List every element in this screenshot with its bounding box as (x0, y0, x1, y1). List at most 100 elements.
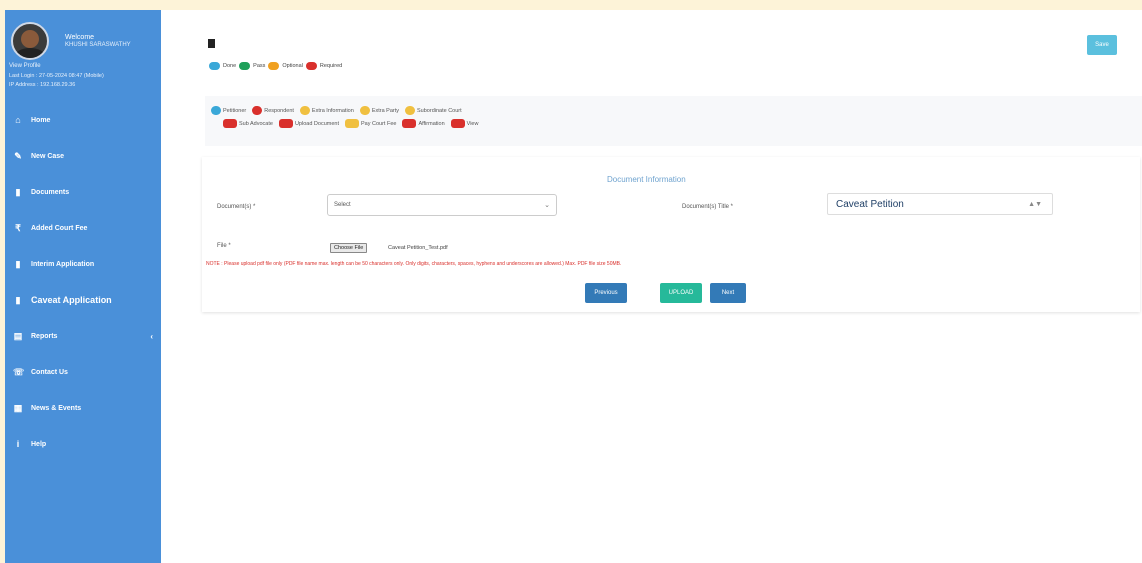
tab-label: Affirmation (418, 120, 445, 127)
sidebar-item-help[interactable]: i Help (5, 426, 161, 462)
sidebar-item-court-fee[interactable]: ₹ Added Court Fee (5, 210, 161, 246)
next-button[interactable]: Next (710, 283, 746, 303)
tab-view[interactable]: View (450, 119, 479, 128)
legend-label: Optional (282, 63, 303, 69)
info-icon: i (16, 439, 20, 449)
sidebar-item-label: Contact Us (31, 368, 68, 376)
sidebar-item-contact-us[interactable]: ☏ Contact Us (5, 354, 161, 390)
status-dot-icon (299, 106, 310, 115)
report-icon: ▤ (13, 330, 23, 341)
tab-affirmation[interactable]: Affirmation (402, 119, 445, 128)
user-name: KHUSHI SARASWATHY (65, 42, 131, 48)
legend-label: Pass (253, 63, 266, 69)
dropdown-arrow-icon[interactable]: ▲▼ (1028, 201, 1042, 208)
status-dot-icon (359, 106, 370, 115)
sidebar-item-label: Added Court Fee (31, 224, 88, 232)
optional-dot-icon (268, 62, 280, 70)
tab-label: View (466, 120, 479, 127)
tab-subordinate-court[interactable]: Subordinate Court (405, 106, 462, 115)
sidebar-item-label: Documents (31, 188, 70, 196)
file-label: File * (217, 243, 231, 249)
sidebar-item-interim-application[interactable]: ▮ Interim Application (5, 246, 161, 282)
tab-petitioner[interactable]: Petitioner (211, 106, 246, 115)
sidebar-item-label: Interim Application (31, 260, 95, 268)
chevron-down-icon: ⌄ (544, 202, 550, 209)
sidebar-item-home[interactable]: ⌂ Home (5, 102, 161, 138)
rupee-icon: ₹ (15, 222, 21, 233)
file-icon: ▮ (15, 186, 21, 197)
sidebar-item-label: Home (31, 116, 51, 124)
file-icon: ▮ (15, 258, 21, 269)
legend-label: Required (319, 63, 343, 69)
tab-label: Sub Advocate (239, 120, 273, 127)
sidebar-item-documents[interactable]: ▮ Documents (5, 174, 161, 210)
tab-sub-advocate[interactable]: Sub Advocate (223, 119, 273, 128)
upload-note: NOTE : Please upload pdf file only (PDF … (206, 261, 622, 267)
status-legend: Done Pass Optional Required (209, 62, 342, 70)
profile-panel: Welcome KHUSHI SARASWATHY View Profile L… (5, 10, 161, 102)
sidebar-item-label: Reports (31, 332, 58, 340)
required-dot-icon (305, 62, 317, 70)
document-title-label: Document(s) Title * (682, 204, 734, 210)
status-dot-icon (450, 119, 465, 128)
tab-label: Subordinate Court (417, 107, 462, 114)
tab-respondent[interactable]: Respondent (252, 106, 294, 115)
document-select[interactable]: Select ⌄ (327, 194, 557, 216)
document-title-value: Caveat Petition (836, 198, 904, 210)
sidebar: Welcome KHUSHI SARASWATHY View Profile L… (5, 10, 161, 563)
done-dot-icon (209, 62, 220, 70)
news-icon: ▦ (13, 402, 23, 413)
sidebar-item-caveat-application[interactable]: ▮ Caveat Application (5, 282, 161, 318)
document-title-input[interactable]: Caveat Petition ▲▼ (827, 193, 1053, 215)
status-dot-icon (402, 119, 417, 128)
selected-file-name: Caveat Petition_Test.pdf (388, 245, 448, 251)
sidebar-item-label: Help (31, 440, 47, 448)
sidebar-item-new-case[interactable]: ✎ New Case (5, 138, 161, 174)
document-form-panel: Document Information Document(s) * Selec… (202, 157, 1140, 312)
tab-label: Upload Document (294, 120, 339, 127)
status-dot-icon (344, 119, 359, 128)
panel-title: Document Information (607, 175, 686, 184)
tab-label: Extra Information (311, 107, 354, 114)
view-profile-link[interactable]: View Profile (9, 63, 41, 69)
status-dot-icon (405, 106, 416, 115)
tab-label: Pay Court Fee (360, 120, 397, 127)
last-login-text: Last Login : 27-05-2024 08:47 (Mobile) (9, 73, 104, 79)
home-icon: ⌂ (15, 115, 21, 125)
step-tabs-row-1: Petitioner Respondent Extra Information … (211, 106, 468, 115)
tab-pay-court-fee[interactable]: Pay Court Fee (344, 119, 397, 128)
main-content: Save Done Pass Optional Required Petitio… (161, 10, 1142, 563)
status-dot-icon (211, 106, 221, 115)
sidebar-menu: ⌂ Home ✎ New Case ▮ Documents ₹ Added Court … (5, 102, 161, 462)
legend-label: Done (223, 63, 237, 69)
tab-extra-party[interactable]: Extra Party (359, 106, 400, 115)
tab-label: Petitioner (223, 107, 247, 114)
file-icon (208, 39, 215, 48)
sidebar-item-news-events[interactable]: ▦ News & Events (5, 390, 161, 426)
status-dot-icon (278, 119, 293, 128)
document-label: Document(s) * (217, 204, 256, 210)
sidebar-item-reports[interactable]: ▤ Reports ‹ (5, 318, 161, 354)
step-tabs-row-2: Sub Advocate Upload Document Pay Court F… (223, 119, 484, 128)
status-dot-icon (223, 119, 237, 128)
save-button[interactable]: Save (1087, 35, 1117, 55)
sidebar-item-label: New Case (31, 152, 65, 160)
chevron-left-icon: ‹ (150, 331, 153, 341)
status-dot-icon (252, 106, 263, 115)
edit-icon: ✎ (14, 150, 22, 161)
tab-label: Respondent (264, 107, 294, 114)
pass-dot-icon (239, 62, 251, 70)
tab-upload-document[interactable]: Upload Document (278, 119, 339, 128)
tab-label: Extra Party (371, 107, 400, 114)
tab-extra-information[interactable]: Extra Information (299, 106, 354, 115)
document-select-value: Select (334, 202, 351, 208)
upload-button[interactable]: UPLOAD (660, 283, 702, 303)
file-icon: ▮ (15, 294, 21, 305)
ip-address-text: IP Address : 192.168.29.36 (9, 82, 76, 88)
previous-button[interactable]: Previous (585, 283, 627, 303)
sidebar-item-label: News & Events (31, 404, 82, 412)
contact-icon: ☏ (13, 366, 25, 377)
choose-file-button[interactable]: Choose File (330, 243, 368, 253)
step-tabs: Petitioner Respondent Extra Information … (205, 96, 1142, 146)
avatar[interactable] (11, 22, 49, 60)
